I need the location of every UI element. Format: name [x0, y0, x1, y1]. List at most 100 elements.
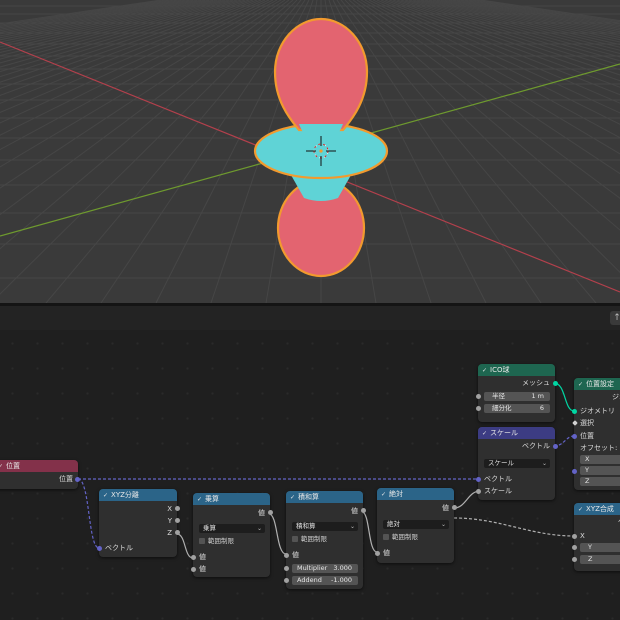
input-value-label: 値 — [292, 551, 299, 559]
collapse-chevron-icon[interactable]: ✓ — [578, 381, 583, 388]
node-title: 絶対 — [389, 490, 404, 498]
link-multiply-muladd — [268, 513, 287, 555]
node-header[interactable]: ✓ 位置設定 — [574, 378, 620, 390]
collapse-chevron-icon[interactable]: ✓ — [381, 491, 386, 498]
collapse-chevron-icon[interactable]: ✓ — [0, 463, 3, 470]
input-scale-label: スケール — [484, 487, 512, 495]
node-title: ICO球 — [490, 366, 510, 374]
input-socket-z[interactable] — [572, 557, 577, 562]
node-header[interactable]: ✓ 位置 — [0, 460, 78, 472]
output-socket-y[interactable] — [175, 518, 180, 523]
output-socket-position[interactable] — [75, 477, 80, 482]
grid-line — [0, 0, 162, 25]
offset-y-field[interactable]: Y — [580, 466, 620, 475]
input-value-1-label: 値 — [199, 553, 206, 561]
input-socket-radius[interactable] — [476, 394, 481, 399]
collapse-chevron-icon[interactable]: ✓ — [290, 494, 295, 501]
collapse-chevron-icon[interactable]: ✓ — [103, 492, 108, 499]
output-socket-vector[interactable] — [553, 444, 558, 449]
input-socket-scale[interactable] — [476, 489, 481, 494]
node-header[interactable]: ✓ ICO球 — [478, 364, 555, 376]
offset-z-field[interactable]: Z — [580, 477, 620, 486]
operation-dropdown[interactable]: スケール ⌄ — [484, 459, 550, 468]
grid-line — [412, 0, 620, 54]
clamp-checkbox[interactable]: 範囲制限 — [292, 535, 327, 544]
node-header[interactable]: ✓ スケール — [478, 427, 555, 439]
collapse-chevron-icon[interactable]: ✓ — [482, 430, 487, 437]
node-header[interactable]: ✓ 絶対 — [377, 488, 454, 500]
vector-scale-node[interactable]: ✓ スケール ベクトル スケール ⌄ ベクトル スケール — [476, 427, 558, 500]
input-socket-vector[interactable] — [97, 546, 102, 551]
z-field[interactable]: Z0 — [580, 555, 620, 564]
position-node[interactable]: ✓ 位置 位置 — [0, 460, 80, 489]
output-y-label: Y — [167, 517, 172, 525]
clamp-checkbox[interactable]: 範囲制限 — [383, 533, 418, 542]
input-socket-vector[interactable] — [476, 477, 481, 482]
grid-line — [388, 0, 620, 82]
multiplier-field[interactable]: Multiplier 3.000 — [292, 564, 358, 573]
node-title: 位置 — [6, 462, 21, 470]
3d-viewport[interactable] — [0, 0, 620, 303]
input-socket-selection[interactable] — [572, 420, 578, 426]
subdivisions-field[interactable]: 細分化 6 — [484, 404, 550, 413]
input-socket-value[interactable] — [375, 551, 380, 556]
offset-x-field[interactable]: X — [580, 455, 620, 464]
input-socket-multiplier[interactable] — [284, 566, 289, 571]
multiply-add-node[interactable]: ✓ 積和算 値 積和算 ⌄ 範囲制限 値 Multiplier 3.000 Adden… — [284, 491, 366, 589]
input-socket-value-2[interactable] — [191, 567, 196, 572]
grid-line — [0, 0, 218, 51]
input-value-2-label: 値 — [199, 565, 206, 573]
input-socket-y[interactable] — [572, 545, 577, 550]
input-socket-position[interactable] — [572, 434, 577, 439]
grid-line — [456, 0, 620, 29]
separate-xyz-node[interactable]: ✓ XYZ分離 X Y Z ベクトル — [97, 489, 180, 557]
output-socket-value[interactable] — [268, 510, 273, 515]
combine-xyz-node[interactable]: ✓XYZ合成 ベ X Y0 Z0 — [572, 503, 620, 571]
node-header[interactable]: ✓ 乗算 — [193, 493, 270, 505]
grid-line — [352, 0, 620, 199]
collapse-chevron-icon[interactable]: ✓ — [578, 506, 583, 513]
output-socket-z[interactable] — [175, 530, 180, 535]
input-socket-value-1[interactable] — [191, 555, 196, 560]
operation-dropdown[interactable]: 乗算 ⌄ — [199, 524, 265, 533]
link-muladd-abs — [361, 511, 378, 553]
grid-line — [0, 0, 234, 64]
upper-lobe[interactable] — [273, 17, 369, 132]
output-position-label: 位置 — [59, 475, 73, 483]
set-position-node[interactable]: ✓位置設定 ジオ ジオメトリ 選択 位置 オフセット: X Y Z — [572, 378, 620, 490]
input-socket-addend[interactable] — [284, 578, 289, 583]
node-title: 積和算 — [298, 493, 320, 501]
output-socket-value[interactable] — [361, 508, 366, 513]
node-header[interactable]: ✓ 積和算 — [286, 491, 363, 503]
checkbox-icon — [199, 538, 205, 544]
mesh-object[interactable] — [253, 17, 389, 278]
viewport-canvas[interactable] — [0, 0, 620, 303]
input-socket-geometry[interactable] — [572, 409, 577, 414]
input-socket-subdivisions[interactable] — [476, 406, 481, 411]
output-socket-x[interactable] — [175, 506, 180, 511]
grid-line — [0, 0, 182, 32]
node-header[interactable]: ✓ XYZ分離 — [99, 489, 177, 501]
node-editor[interactable]: ↑ ✓位置 位置 ✓XYZ分離 X Y Z ベクトル ✓乗算 値 乗算⌄ — [0, 306, 620, 620]
input-socket-value[interactable] — [284, 553, 289, 558]
collapse-chevron-icon[interactable]: ✓ — [482, 367, 487, 374]
node-header[interactable]: ✓ XYZ合成 — [574, 503, 620, 515]
y-field[interactable]: Y0 — [580, 543, 620, 552]
radius-field[interactable]: 半径 1 m — [484, 392, 550, 401]
output-socket-mesh[interactable] — [553, 381, 558, 386]
collapse-chevron-icon[interactable]: ✓ — [197, 496, 202, 503]
addend-field[interactable]: Addend -1.000 — [292, 576, 358, 585]
output-socket-value[interactable] — [452, 505, 457, 510]
input-socket-x[interactable] — [572, 534, 577, 539]
ico-sphere-node[interactable]: ✓ ICO球 メッシュ 半径 1 m 細分化 6 — [476, 364, 558, 422]
node-title: 乗算 — [205, 495, 220, 503]
absolute-node[interactable]: ✓ 絶対 値 絶対 ⌄ 範囲制限 値 — [375, 488, 457, 563]
input-socket-offset[interactable] — [572, 469, 577, 474]
clamp-checkbox[interactable]: 範囲制限 — [199, 537, 234, 546]
input-vector-label: ベクトル — [105, 544, 133, 552]
operation-dropdown[interactable]: 絶対 ⌄ — [383, 520, 449, 529]
multiply-node[interactable]: ✓ 乗算 値 乗算 ⌄ 範囲制限 値 値 — [191, 493, 273, 577]
operation-dropdown[interactable]: 積和算 ⌄ — [292, 522, 358, 531]
grid-line — [468, 0, 620, 25]
output-value-label: 値 — [442, 504, 449, 512]
